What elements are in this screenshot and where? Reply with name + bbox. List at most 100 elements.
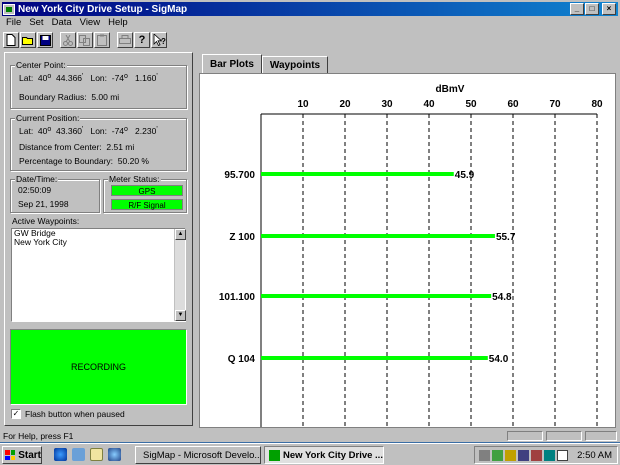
- current-position-title: Current Position:: [15, 113, 81, 123]
- bar: [261, 356, 488, 360]
- app-window: New York City Drive Setup - SigMap _ □ ×…: [0, 0, 620, 442]
- menu-data[interactable]: Data: [48, 17, 76, 29]
- window-title: New York City Drive Setup - SigMap: [18, 3, 188, 15]
- scroll-up-icon[interactable]: ▲: [175, 229, 186, 240]
- x-tick-label: 50: [465, 99, 477, 110]
- chart-pane: dBmV 10 20 30 40 50 60 70 80 95.700 45.9 Z 100 55.…: [199, 73, 616, 428]
- tab-strip: Bar Plots Waypoints: [202, 54, 329, 73]
- waypoints-scrollbar[interactable]: ▲ ▼: [174, 229, 186, 321]
- degree-symbol: o: [47, 73, 52, 80]
- value-label: 54.0: [489, 354, 509, 365]
- taskbar-button-devstudio[interactable]: SigMap - Microsoft Develo...: [135, 446, 261, 464]
- bar: [261, 294, 492, 298]
- app-icon[interactable]: [3, 3, 15, 15]
- x-tick-label: 10: [297, 99, 309, 110]
- tab-bar-plots[interactable]: Bar Plots: [202, 54, 262, 73]
- minimize-button[interactable]: _: [570, 3, 584, 15]
- waypoints-list[interactable]: GW Bridge New York City ▲ ▼: [11, 228, 186, 322]
- center-lon-deg: -74: [111, 73, 125, 83]
- scroll-down-icon[interactable]: ▼: [175, 310, 186, 321]
- context-help-icon[interactable]: ?: [151, 32, 167, 48]
- percentage-value: 50.20 %: [117, 156, 149, 166]
- center-lat-label: Lat:: [19, 73, 34, 83]
- tray-app-icon[interactable]: [531, 450, 542, 461]
- print-icon[interactable]: [117, 32, 133, 48]
- tray-app-icon[interactable]: [505, 450, 516, 461]
- copy-icon[interactable]: [77, 32, 93, 48]
- menu-set[interactable]: Set: [25, 17, 47, 29]
- maximize-button[interactable]: □: [585, 3, 599, 15]
- menu-view[interactable]: View: [76, 17, 104, 29]
- category-label: 95.700: [224, 170, 255, 181]
- date-value: Sep 21, 1998: [18, 199, 69, 209]
- datetime-group: Date/Time: 02:50:09 Sep 21, 1998: [10, 174, 100, 213]
- x-tick-label: 40: [423, 99, 435, 110]
- percentage-label: Percentage to Boundary:: [19, 156, 114, 166]
- category-label: Z 100: [229, 232, 255, 243]
- recording-button[interactable]: RECORDING: [10, 329, 187, 405]
- close-button[interactable]: ×: [602, 3, 616, 15]
- left-panel: Center Point: Lat: 40o 44.366' Lon: -74o…: [4, 52, 193, 426]
- x-tick-label: 80: [591, 99, 603, 110]
- help-icon[interactable]: ?: [134, 32, 150, 48]
- waypoints-title: Active Waypoints:: [11, 216, 81, 226]
- volume-icon[interactable]: [557, 450, 568, 461]
- current-lat-label: Lat:: [19, 126, 34, 136]
- new-icon[interactable]: [3, 32, 19, 48]
- current-lon-min: 2.230: [135, 126, 157, 136]
- save-icon[interactable]: [37, 32, 53, 48]
- chart-x-axis-label: dBmV: [436, 84, 465, 95]
- current-lon-label: Lon:: [90, 126, 108, 136]
- menu-file[interactable]: File: [2, 17, 25, 29]
- toolbar: ? ?: [3, 31, 168, 49]
- menu-help[interactable]: Help: [104, 17, 132, 29]
- windows-logo-icon: [5, 450, 16, 460]
- radius-label: Boundary Radius:: [19, 92, 87, 102]
- flash-label: Flash button when paused: [25, 409, 125, 419]
- status-bar: For Help, press F1: [0, 430, 620, 442]
- status-panel: [585, 431, 617, 441]
- taskbar-button-label: New York City Drive ...: [283, 449, 383, 461]
- radius-value: 5.00 mi: [91, 92, 120, 102]
- meter-status-title: Meter Status:: [108, 174, 161, 184]
- x-tick-label: 30: [381, 99, 393, 110]
- channels-icon[interactable]: [108, 448, 121, 461]
- value-label: 45.9: [455, 170, 475, 181]
- bar: [261, 234, 495, 238]
- center-lat-deg: 40: [37, 73, 48, 83]
- title-bar[interactable]: New York City Drive Setup - SigMap _ □ ×: [2, 2, 618, 16]
- taskbar-button-sigmap[interactable]: New York City Drive ...: [264, 446, 384, 464]
- clock[interactable]: 2:50 AM: [577, 450, 612, 461]
- outlook-express-icon[interactable]: [72, 448, 85, 461]
- x-tick-label: 20: [339, 99, 351, 110]
- value-label: 55.7: [496, 232, 516, 243]
- paste-icon[interactable]: [94, 32, 110, 48]
- list-item[interactable]: New York City: [12, 238, 185, 247]
- show-desktop-icon[interactable]: [90, 448, 103, 461]
- current-position-group: Current Position: Lat: 40o 43.360' Lon: …: [10, 113, 187, 171]
- internet-explorer-icon[interactable]: [54, 448, 67, 461]
- gps-status-indicator: GPS: [111, 185, 183, 196]
- value-label: 54.8: [492, 292, 512, 303]
- x-tick-label: 70: [549, 99, 561, 110]
- taskbar: Start SigMap - Microsoft Develo... New Y…: [0, 443, 620, 465]
- tab-waypoints[interactable]: Waypoints: [261, 56, 329, 73]
- start-button[interactable]: Start: [2, 446, 42, 464]
- tray-app-icon[interactable]: [492, 450, 503, 461]
- category-label: Q 104: [228, 354, 256, 365]
- tray-app-icon[interactable]: [518, 450, 529, 461]
- center-lon-min: 1.160: [135, 73, 157, 83]
- time-value: 02:50:09: [18, 185, 52, 195]
- flash-checkbox[interactable]: ✓: [11, 409, 21, 419]
- datetime-title: Date/Time:: [15, 174, 59, 184]
- cut-icon[interactable]: [60, 32, 76, 48]
- bar-chart: dBmV 10 20 30 40 50 60 70 80 95.700 45.9 Z 100 55.…: [219, 84, 603, 427]
- open-icon[interactable]: [20, 32, 36, 48]
- flash-option[interactable]: ✓ Flash button when paused: [11, 409, 125, 419]
- sigmap-icon: [269, 449, 280, 461]
- taskbar-button-label: SigMap - Microsoft Develo...: [143, 449, 261, 461]
- tray-app-icon[interactable]: [479, 450, 490, 461]
- current-lat-min: 43.360: [56, 126, 83, 136]
- network-icon[interactable]: [544, 450, 555, 461]
- status-text: For Help, press F1: [3, 431, 74, 441]
